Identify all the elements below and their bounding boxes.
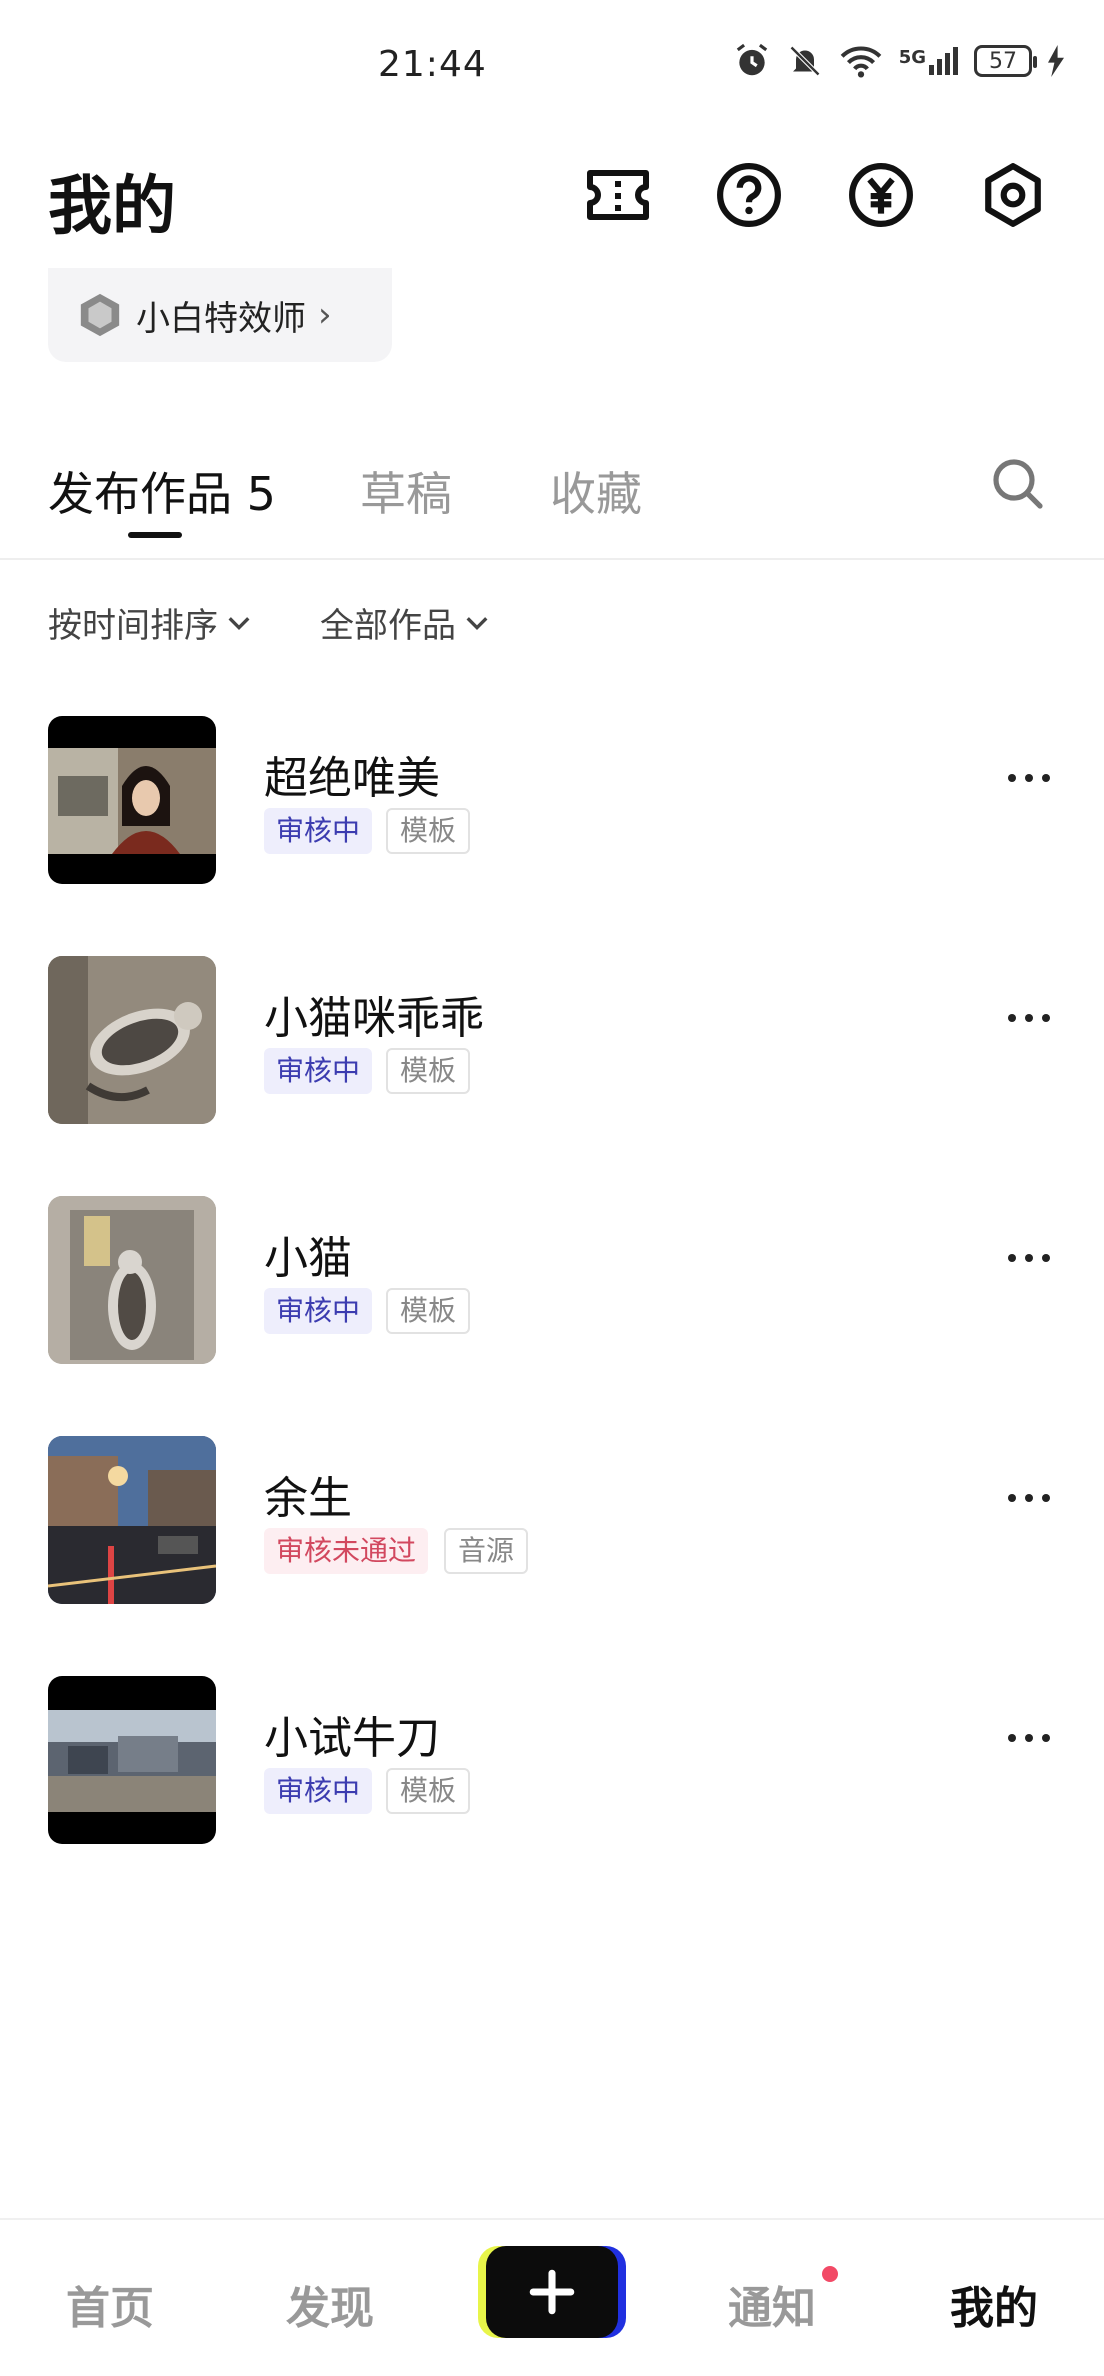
work-title: 余生 (264, 1473, 352, 1524)
more-icon[interactable] (1008, 1734, 1050, 1742)
work-item[interactable]: 小猫咪乖乖 审核中 模板 (0, 956, 1104, 1126)
help-icon[interactable] (714, 160, 784, 230)
work-thumbnail (48, 1676, 216, 1844)
work-thumbnail (48, 956, 216, 1124)
sort-dropdown[interactable]: 按时间排序 (48, 598, 252, 647)
work-item[interactable]: 小猫 审核中 模板 (0, 1196, 1104, 1366)
diamond-badge-icon (80, 293, 120, 337)
type-badge: 模板 (386, 1048, 471, 1094)
work-item[interactable]: 超绝唯美 审核中 模板 (0, 716, 1104, 886)
work-title: 小试牛刀 (264, 1713, 440, 1764)
nav-discover[interactable]: 发现 (250, 2272, 410, 2336)
work-title: 小猫咪乖乖 (264, 993, 484, 1044)
chevron-down-icon (228, 616, 250, 630)
more-icon[interactable] (1008, 774, 1050, 782)
tab-favorites[interactable]: 收藏 (550, 458, 642, 524)
nav-divider (0, 2218, 1104, 2220)
notification-dot (822, 2266, 838, 2282)
page-title: 我的 (48, 170, 176, 244)
status-badge: 审核中 (264, 1048, 373, 1094)
network-icon: 5G (899, 47, 958, 75)
chevron-right-icon: › (318, 295, 332, 335)
status-badge: 审核中 (264, 1288, 373, 1334)
type-badge: 模板 (386, 1768, 471, 1814)
category-dropdown[interactable]: 全部作品 (320, 598, 490, 647)
settings-icon[interactable] (978, 160, 1048, 230)
work-item[interactable]: 余生 审核未通过 音源 (0, 1436, 1104, 1606)
work-thumbnail (48, 716, 216, 884)
category-label: 全部作品 (320, 606, 456, 646)
type-badge: 模板 (386, 808, 471, 854)
work-thumbnail (48, 1436, 216, 1604)
type-badge: 模板 (386, 1288, 471, 1334)
tab-indicator (128, 532, 182, 538)
tab-drafts[interactable]: 草稿 (360, 458, 452, 524)
chevron-down-icon (466, 616, 488, 630)
wifi-icon (840, 46, 881, 78)
work-item[interactable]: 小试牛刀 审核中 模板 (0, 1676, 1104, 1846)
nav-mine[interactable]: 我的 (914, 2272, 1074, 2336)
work-thumbnail (48, 1196, 216, 1364)
more-icon[interactable] (1008, 1014, 1050, 1022)
type-badge: 音源 (444, 1528, 529, 1574)
more-icon[interactable] (1008, 1254, 1050, 1262)
level-chip[interactable]: 小白特效师 › (48, 268, 392, 362)
work-title: 超绝唯美 (264, 753, 440, 804)
charging-icon (1048, 45, 1064, 77)
nav-home[interactable]: 首页 (30, 2272, 190, 2336)
more-icon[interactable] (1008, 1494, 1050, 1502)
tab-published[interactable]: 发布作品 5 (48, 458, 276, 524)
status-icons: 5G 57 (733, 42, 1064, 80)
alarm-icon (736, 43, 767, 76)
battery-icon: 57 (974, 45, 1037, 77)
plus-icon (486, 2246, 618, 2338)
yuan-icon[interactable] (846, 160, 916, 230)
ticket-icon[interactable] (583, 160, 653, 230)
work-title: 小猫 (264, 1233, 352, 1284)
tabs-divider (0, 558, 1104, 560)
search-icon[interactable] (990, 456, 1046, 516)
mute-bell-icon (789, 45, 820, 77)
status-badge: 审核未通过 (264, 1528, 429, 1574)
status-time: 21:44 (378, 44, 487, 85)
create-button[interactable] (478, 2246, 626, 2338)
sort-label: 按时间排序 (48, 606, 218, 646)
status-badge: 审核中 (264, 1768, 373, 1814)
level-label: 小白特效师 (136, 298, 306, 339)
status-badge: 审核中 (264, 808, 373, 854)
